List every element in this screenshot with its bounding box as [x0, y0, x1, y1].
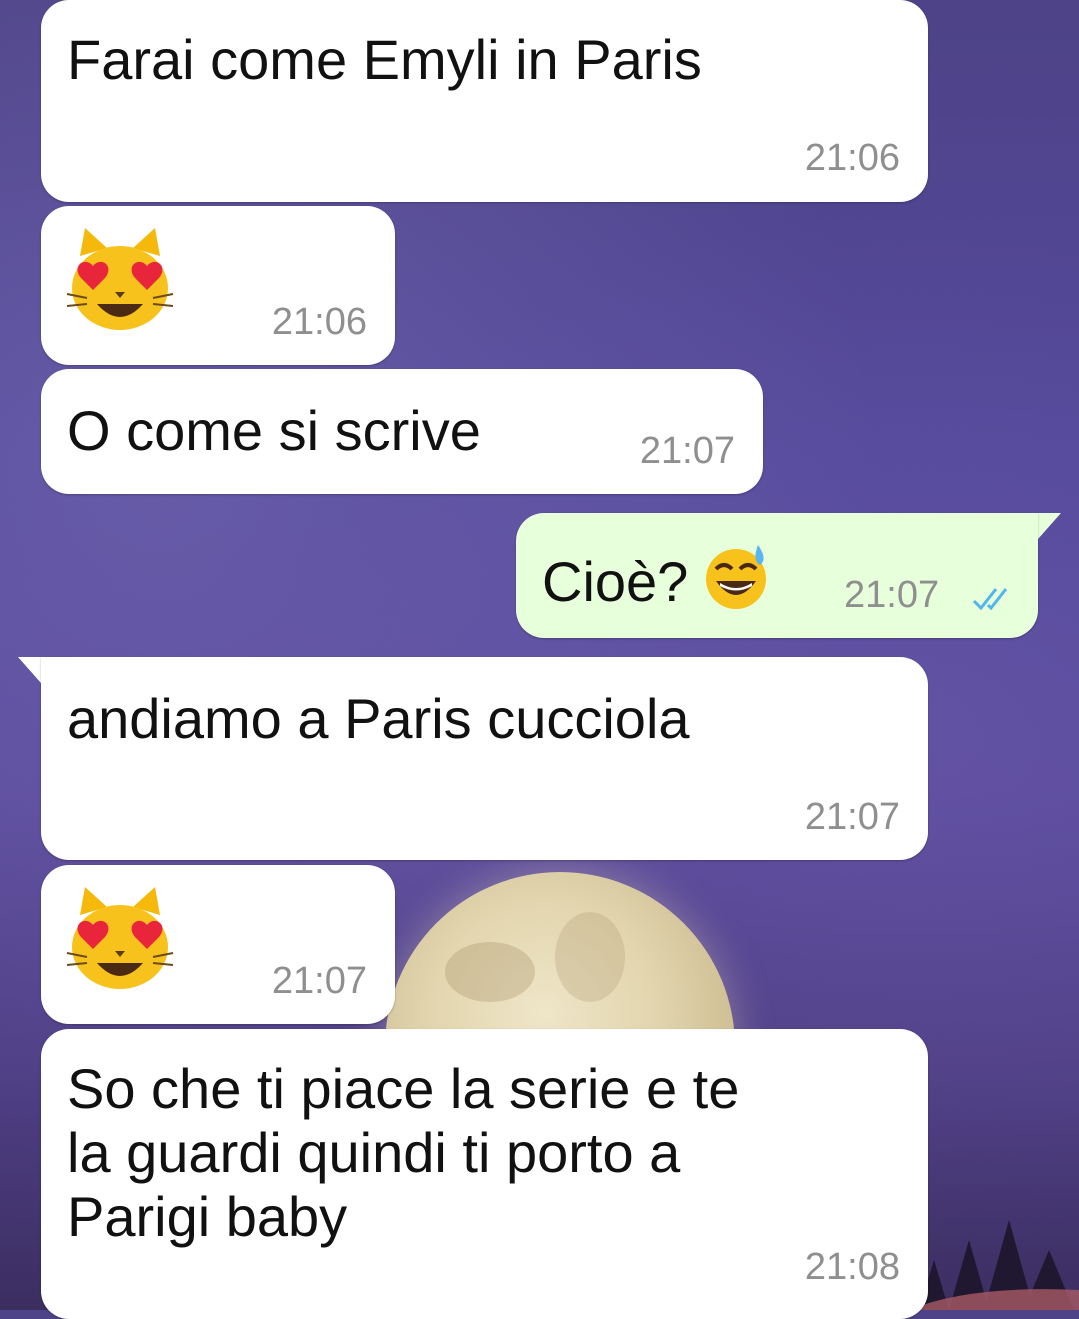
message-line: Parigi baby: [67, 1185, 348, 1248]
message-line: la guardi quindi ti porto a: [67, 1121, 681, 1184]
read-double-check-icon: [972, 588, 1008, 611]
smiling-cat-heart-eyes-icon: [66, 887, 174, 989]
message-time: 21:06: [271, 301, 367, 343]
message-time: 21:07: [639, 430, 735, 472]
message-text: Cioè?: [542, 543, 770, 614]
message-time: 21:08: [804, 1246, 900, 1288]
message-text: So che ti piace la serie e te la guardi …: [67, 1057, 739, 1249]
message-bubble[interactable]: Farai come Emyli in Paris 21:06: [41, 0, 928, 202]
message-bubble-outgoing[interactable]: Cioè? 21:07: [516, 513, 1038, 638]
message-time: 21:07: [271, 960, 367, 1002]
grinning-sweat-icon: [706, 545, 767, 609]
smiling-cat-heart-eyes-icon: [66, 228, 174, 330]
message-list[interactable]: Farai come Emyli in Paris 21:06 21:06 O …: [0, 0, 1079, 1319]
message-text: O come si scrive: [67, 399, 481, 462]
message-text-content: Cioè?: [542, 550, 689, 613]
message-bubble[interactable]: 21:06: [41, 206, 395, 365]
message-bubble[interactable]: O come si scrive 21:07: [41, 369, 763, 494]
message-bubble[interactable]: andiamo a Paris cucciola 21:07: [41, 657, 928, 860]
message-text: Farai come Emyli in Paris: [67, 28, 702, 91]
message-time: 21:07: [844, 574, 940, 616]
message-time: 21:07: [804, 796, 900, 838]
message-bubble[interactable]: 21:07: [41, 865, 395, 1024]
message-text: andiamo a Paris cucciola: [67, 687, 690, 750]
message-line: So che ti piace la serie e te: [67, 1057, 740, 1120]
message-time: 21:06: [804, 137, 900, 179]
message-bubble[interactable]: So che ti piace la serie e te la guardi …: [41, 1029, 928, 1319]
